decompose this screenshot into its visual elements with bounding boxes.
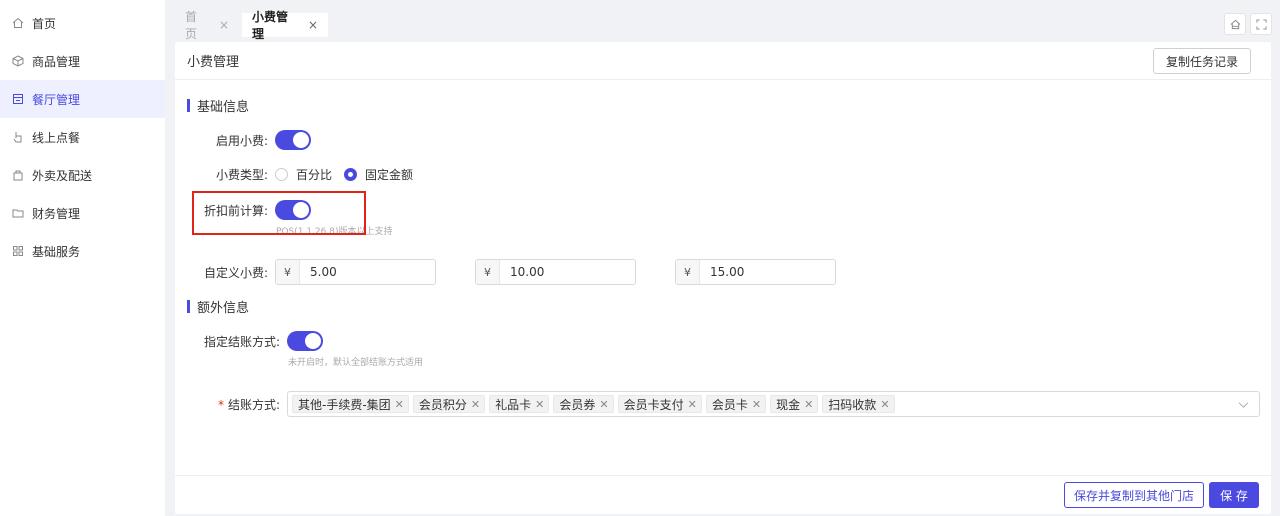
payment-methods-label-text: 结账方式: bbox=[227, 398, 280, 412]
payment-methods-label-row: * 结账方式: bbox=[190, 396, 280, 413]
sidebar-item-restaurant[interactable]: 餐厅管理 bbox=[0, 80, 165, 118]
pointer-icon bbox=[13, 132, 22, 143]
tag-label: 会员卡 bbox=[711, 397, 748, 412]
section-title-basic: 基础信息 bbox=[187, 96, 249, 115]
sidebar-item-label: 外卖及配送 bbox=[32, 168, 93, 183]
custom-tip-value: 10.00 bbox=[510, 265, 545, 279]
custom-tip-input-2[interactable]: ¥ 10.00 bbox=[475, 259, 636, 285]
section-title-text: 基础信息 bbox=[197, 100, 250, 115]
payment-tag: 会员卡 ✕ bbox=[705, 395, 767, 413]
chevron-down-icon[interactable] bbox=[1238, 399, 1249, 410]
tip-type-row: 小费类型: 百分比 固定金额 bbox=[190, 166, 425, 183]
radio-dot bbox=[275, 168, 288, 181]
sidebar-item-label: 首页 bbox=[32, 16, 57, 31]
sidebar-item-delivery[interactable]: 外卖及配送 bbox=[0, 156, 165, 194]
section-title-text: 额外信息 bbox=[197, 301, 250, 316]
payment-methods-label: * 结账方式: bbox=[190, 396, 280, 413]
payment-tag: 现金 ✕ bbox=[770, 395, 819, 413]
tag-close-icon[interactable]: ✕ bbox=[804, 398, 813, 411]
payment-tag: 礼品卡 ✕ bbox=[489, 395, 550, 413]
section-title-extra: 额外信息 bbox=[187, 297, 249, 316]
sidebar: 首页 商品管理 餐厅管理 线上点餐 外卖及配送 财务管理 基础服务 bbox=[0, 0, 165, 516]
radio-dot bbox=[344, 168, 358, 181]
payment-tag: 其他-手续费-集团 ✕ bbox=[292, 395, 409, 413]
tag-close-icon[interactable]: ✕ bbox=[688, 398, 697, 411]
tag-close-icon[interactable]: ✕ bbox=[535, 398, 544, 411]
save-button[interactable]: 保 存 bbox=[1209, 482, 1259, 508]
sidebar-item-label: 线上点餐 bbox=[32, 130, 81, 145]
payment-toggle-row: 指定结账方式: bbox=[190, 331, 323, 351]
tag-close-icon[interactable]: ✕ bbox=[880, 398, 889, 411]
sidebar-item-label: 餐厅管理 bbox=[32, 92, 81, 107]
required-mark: * bbox=[217, 398, 224, 412]
refresh-button[interactable] bbox=[1224, 13, 1246, 35]
sidebar-item-products[interactable]: 商品管理 bbox=[0, 42, 165, 80]
expand-icon bbox=[1255, 18, 1267, 30]
sidebar-item-home[interactable]: 首页 bbox=[0, 4, 165, 42]
radio-label: 百分比 bbox=[296, 168, 333, 182]
tab-tip-management[interactable]: 小费管理 × bbox=[242, 10, 328, 41]
radio-percentage[interactable]: 百分比 bbox=[275, 166, 332, 183]
tag-label: 会员卡支付 bbox=[623, 397, 684, 412]
sidebar-item-label: 商品管理 bbox=[32, 54, 81, 69]
tab-bar: 首页 × 小费管理 × bbox=[165, 8, 1280, 41]
enable-tip-label: 启用小费: bbox=[215, 133, 268, 148]
sidebar-item-finance[interactable]: 财务管理 bbox=[0, 194, 165, 232]
enable-tip-switch[interactable] bbox=[275, 130, 311, 150]
custom-tip-input-3[interactable]: ¥ 15.00 bbox=[675, 259, 836, 285]
folder-icon bbox=[12, 209, 24, 218]
home-alt-icon bbox=[1230, 19, 1240, 29]
copy-task-log-button[interactable]: 复制任务记录 bbox=[1152, 48, 1251, 74]
payment-tag: 会员卡支付 ✕ bbox=[617, 395, 702, 413]
tab-label: 首页 bbox=[185, 10, 198, 41]
tab-home[interactable]: 首页 × bbox=[175, 10, 239, 41]
sidebar-item-label: 财务管理 bbox=[32, 206, 81, 221]
radio-fixed-amount[interactable]: 固定金额 bbox=[344, 166, 413, 183]
custom-tip-label-row: 自定义小费: bbox=[190, 264, 268, 281]
custom-tip-label: 自定义小费: bbox=[203, 266, 268, 280]
radio-label: 固定金额 bbox=[365, 168, 414, 182]
tab-label: 小费管理 bbox=[252, 10, 289, 41]
tag-label: 现金 bbox=[776, 397, 801, 412]
tag-label: 会员积分 bbox=[418, 397, 467, 412]
fullscreen-button[interactable] bbox=[1250, 13, 1272, 35]
bag-icon bbox=[13, 170, 23, 181]
tag-close-icon[interactable]: ✕ bbox=[471, 398, 480, 411]
payment-method-switch[interactable] bbox=[287, 331, 323, 351]
payment-tag: 扫码收款 ✕ bbox=[822, 395, 895, 413]
sidebar-item-label: 基础服务 bbox=[32, 244, 81, 259]
custom-tip-input-1[interactable]: ¥ 5.00 bbox=[275, 259, 436, 285]
currency-prefix: ¥ bbox=[476, 260, 500, 284]
close-icon[interactable]: × bbox=[219, 18, 229, 32]
currency-prefix: ¥ bbox=[676, 260, 700, 284]
cube-icon bbox=[12, 55, 24, 67]
payment-method-hint: 未开启时，默认全部结账方式适用 bbox=[288, 358, 424, 368]
custom-tip-value: 15.00 bbox=[710, 265, 745, 279]
currency-prefix: ¥ bbox=[276, 260, 300, 284]
tag-label: 礼品卡 bbox=[495, 397, 532, 412]
custom-tip-value: 5.00 bbox=[310, 265, 337, 279]
payment-tag: 会员积分 ✕ bbox=[412, 395, 486, 413]
home-icon bbox=[12, 17, 24, 28]
page-title: 小费管理 bbox=[175, 42, 1271, 80]
payment-toggle-label: 指定结账方式: bbox=[203, 334, 280, 349]
save-and-copy-button[interactable]: 保存并复制到其他门店 bbox=[1064, 482, 1204, 508]
grid-icon bbox=[13, 246, 23, 256]
tip-type-label: 小费类型: bbox=[215, 168, 268, 182]
tag-close-icon[interactable]: ✕ bbox=[599, 398, 608, 411]
close-icon[interactable]: × bbox=[308, 18, 318, 32]
sidebar-item-online-order[interactable]: 线上点餐 bbox=[0, 118, 165, 156]
payment-tag: 会员券 ✕ bbox=[553, 395, 614, 413]
tag-close-icon[interactable]: ✕ bbox=[752, 398, 761, 411]
enable-tip-row: 启用小费: bbox=[190, 130, 311, 150]
payment-methods-select[interactable]: 其他-手续费-集团 ✕ 会员积分 ✕ 礼品卡 ✕ 会员券 ✕ 会员卡支付 ✕ 会员卡 ✕ 现… bbox=[287, 391, 1260, 417]
store-icon bbox=[13, 94, 23, 104]
highlight-annotation-box bbox=[192, 191, 366, 235]
tag-close-icon[interactable]: ✕ bbox=[395, 398, 404, 411]
tag-label: 会员券 bbox=[559, 397, 596, 412]
tag-label: 扫码收款 bbox=[828, 397, 877, 412]
sidebar-item-basic-services[interactable]: 基础服务 bbox=[0, 232, 165, 270]
tag-label: 其他-手续费-集团 bbox=[298, 397, 391, 412]
footer-divider bbox=[175, 475, 1271, 476]
